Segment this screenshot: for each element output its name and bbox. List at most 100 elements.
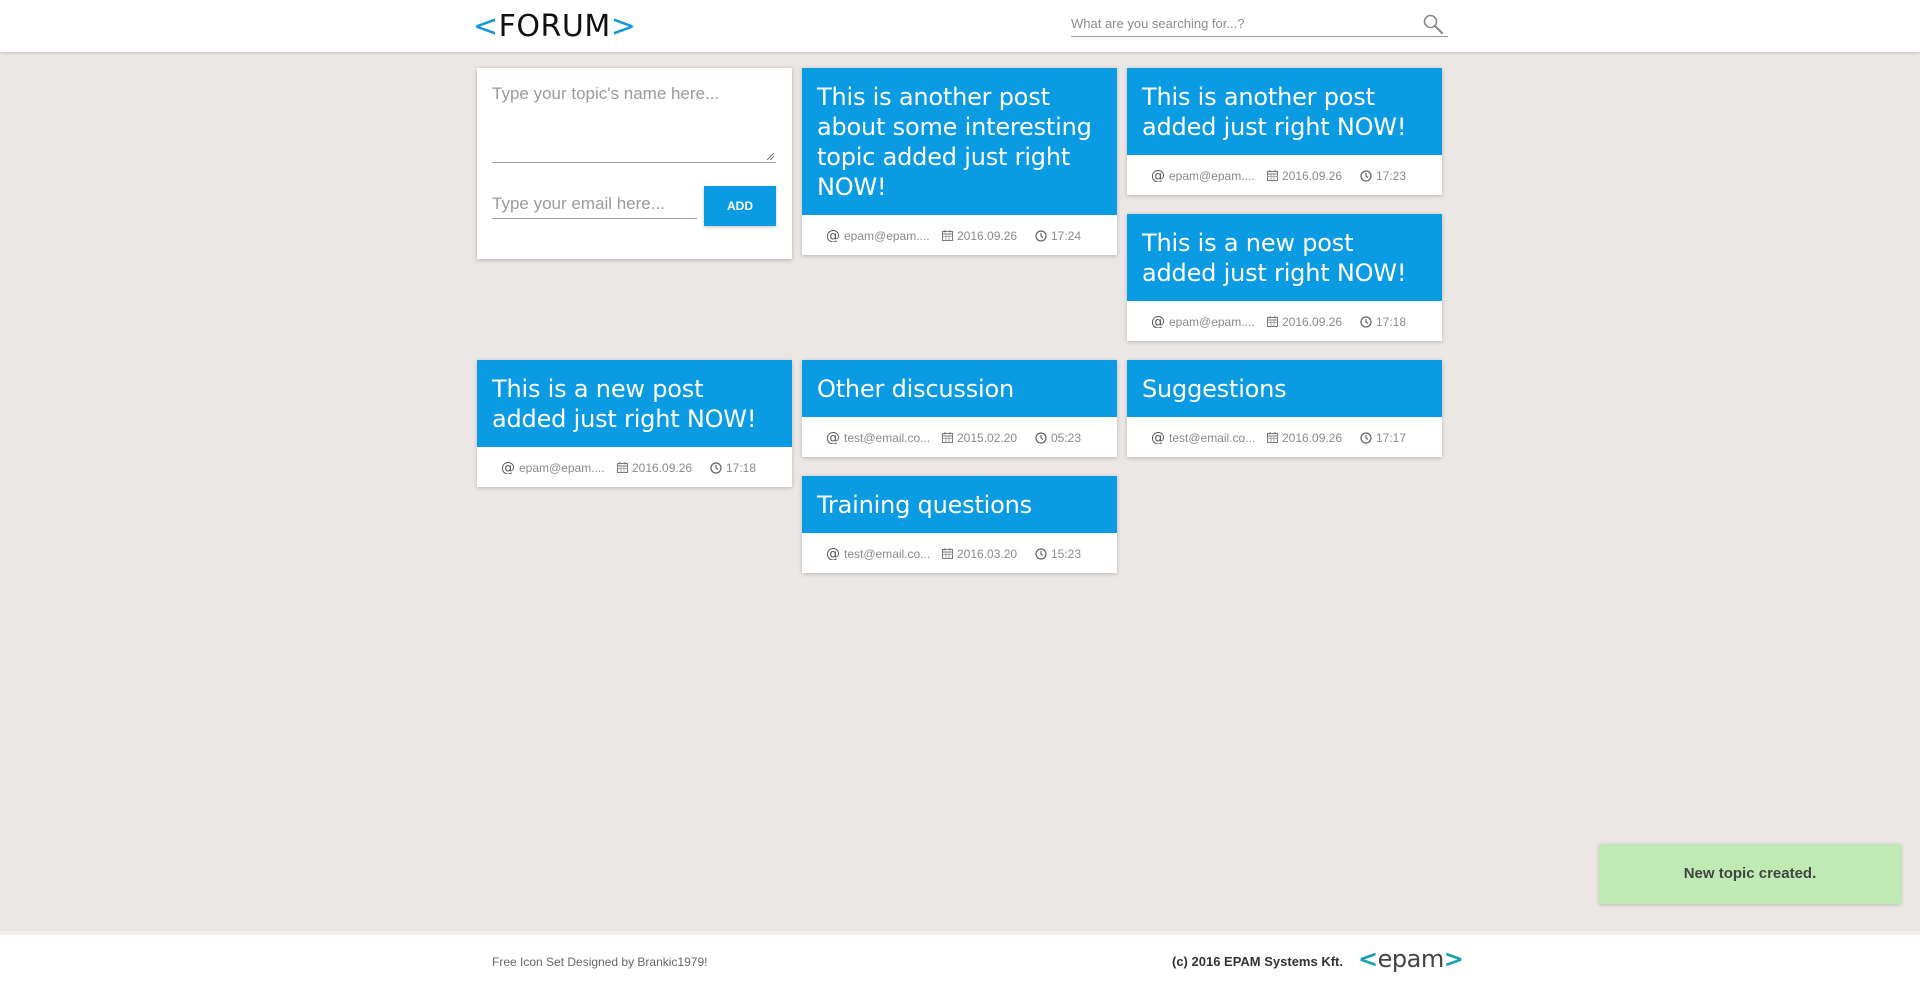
- post-card[interactable]: Other discussion @ test@email.co... 2015.…: [802, 360, 1117, 457]
- date-text: 2016.03.20: [957, 546, 1018, 561]
- post-title[interactable]: This is a new post added just right NOW!: [477, 360, 792, 447]
- date-text: 2016.09.26: [1282, 314, 1343, 329]
- post-author: @ epam@epam....: [501, 460, 615, 474]
- calendar-icon: [617, 462, 628, 474]
- at-icon: @: [1151, 430, 1165, 444]
- clock-icon: [1035, 548, 1047, 560]
- post-author: @ epam@epam....: [1151, 168, 1265, 182]
- clock-icon: [1360, 316, 1372, 328]
- post-date: 2016.09.26: [1267, 314, 1343, 329]
- post-author: @ epam@epam....: [826, 228, 940, 242]
- resize-grip-icon[interactable]: [766, 152, 775, 161]
- time-text: 17:23: [1376, 168, 1407, 183]
- author-email: test@email.co...: [844, 430, 931, 444]
- time-text: 15:23: [1051, 546, 1082, 561]
- add-button[interactable]: ADD: [704, 186, 776, 226]
- post-author: @ test@email.co...: [826, 430, 940, 444]
- search-icon[interactable]: [1422, 13, 1444, 35]
- post-date: 2016.09.26: [1267, 168, 1343, 183]
- post-meta: @ epam@epam.... 2016.09.26 17:23: [1127, 155, 1442, 195]
- post-card[interactable]: Suggestions @ test@email.co... 2016.09.26…: [1127, 360, 1442, 457]
- post-title[interactable]: This is another post about some interest…: [802, 68, 1117, 215]
- author-email: epam@epam....: [844, 228, 930, 242]
- epam-logo-close: >: [1443, 945, 1464, 973]
- email-input[interactable]: [492, 190, 697, 219]
- post-time: 17:23: [1360, 168, 1407, 183]
- post-date: 2015.02.20: [942, 430, 1018, 445]
- calendar-icon: [942, 230, 953, 242]
- post-meta: @ test@email.co... 2015.02.20 05:23: [802, 417, 1117, 457]
- page-footer: Free Icon Set Designed by Brankic1979! (…: [0, 931, 1920, 984]
- post-title[interactable]: This is another post added just right NO…: [1127, 68, 1442, 155]
- epam-logo-open: <: [1358, 945, 1378, 973]
- post-time: 17:18: [1360, 314, 1407, 329]
- epam-logo-text: epam: [1377, 945, 1445, 973]
- post-date: 2016.03.20: [942, 546, 1018, 561]
- post-date: 2016.09.26: [1267, 430, 1343, 445]
- at-icon: @: [826, 228, 840, 242]
- post-title[interactable]: Training questions: [802, 476, 1117, 533]
- date-text: 2016.09.26: [957, 228, 1018, 243]
- topic-name-input[interactable]: [492, 84, 776, 163]
- forum-logo[interactable]: <FORUM>: [473, 9, 636, 45]
- post-meta: @ epam@epam.... 2016.09.26 17:24: [802, 215, 1117, 255]
- post-card[interactable]: This is another post added just right NO…: [1127, 68, 1442, 195]
- time-text: 17:18: [726, 460, 757, 475]
- author-email: epam@epam....: [1169, 314, 1255, 328]
- date-text: 2016.09.26: [632, 460, 693, 475]
- epam-logo[interactable]: <epam>: [1358, 945, 1464, 973]
- calendar-icon: [1267, 170, 1278, 182]
- clock-icon: [1035, 230, 1047, 242]
- date-text: 2015.02.20: [957, 430, 1018, 445]
- clock-icon: [710, 462, 722, 474]
- post-date: 2016.09.26: [942, 228, 1018, 243]
- post-time: 17:17: [1360, 430, 1406, 445]
- post-card[interactable]: This is another post about some interest…: [802, 68, 1117, 255]
- new-topic-form: ADD: [477, 68, 792, 259]
- post-title[interactable]: This is a new post added just right NOW!: [1127, 214, 1442, 301]
- post-title[interactable]: Other discussion: [802, 360, 1117, 417]
- logo-open-bracket: <: [473, 9, 499, 44]
- post-card[interactable]: Training questions @ test@email.co... 201…: [802, 476, 1117, 573]
- post-meta: @ epam@epam.... 2016.09.26 17:18: [477, 447, 792, 487]
- search-bar: [1071, 12, 1448, 37]
- search-input[interactable]: [1071, 12, 1411, 34]
- post-meta: @ test@email.co... 2016.03.20 15:23: [802, 533, 1117, 573]
- author-email: test@email.co...: [1169, 430, 1256, 444]
- post-time: 15:23: [1035, 546, 1082, 561]
- time-text: 17:18: [1376, 314, 1407, 329]
- at-icon: @: [826, 430, 840, 444]
- date-text: 2016.09.26: [1282, 430, 1343, 445]
- at-icon: @: [1151, 168, 1165, 182]
- at-icon: @: [826, 546, 840, 560]
- calendar-icon: [942, 548, 953, 560]
- post-time: 05:23: [1035, 430, 1082, 445]
- post-meta: @ epam@epam.... 2016.09.26 17:18: [1127, 301, 1442, 341]
- author-email: test@email.co...: [844, 546, 931, 560]
- top-header: <FORUM>: [0, 0, 1920, 52]
- post-time: 17:24: [1035, 228, 1082, 243]
- at-icon: @: [1151, 314, 1165, 328]
- time-text: 17:24: [1051, 228, 1082, 243]
- post-title[interactable]: Suggestions: [1127, 360, 1442, 417]
- time-text: 05:23: [1051, 430, 1082, 445]
- clock-icon: [1360, 170, 1372, 182]
- post-author: @ test@email.co...: [1151, 430, 1265, 444]
- post-card[interactable]: This is a new post added just right NOW!…: [477, 360, 792, 487]
- author-email: epam@epam....: [519, 460, 605, 474]
- post-meta: @ test@email.co... 2016.09.26 17:17: [1127, 417, 1442, 457]
- post-card[interactable]: This is a new post added just right NOW!…: [1127, 214, 1442, 341]
- post-date: 2016.09.26: [617, 460, 693, 475]
- date-text: 2016.09.26: [1282, 168, 1343, 183]
- logo-text: FORUM: [498, 9, 611, 44]
- post-author: @ epam@epam....: [1151, 314, 1265, 328]
- calendar-icon: [942, 432, 953, 444]
- clock-icon: [1035, 432, 1047, 444]
- clock-icon: [1360, 432, 1372, 444]
- post-author: @ test@email.co...: [826, 546, 940, 560]
- at-icon: @: [501, 460, 515, 474]
- author-email: epam@epam....: [1169, 168, 1255, 182]
- success-toast[interactable]: New topic created.: [1599, 844, 1901, 904]
- logo-close-bracket: >: [610, 9, 637, 44]
- icon-credit: Free Icon Set Designed by Brankic1979!: [492, 955, 708, 969]
